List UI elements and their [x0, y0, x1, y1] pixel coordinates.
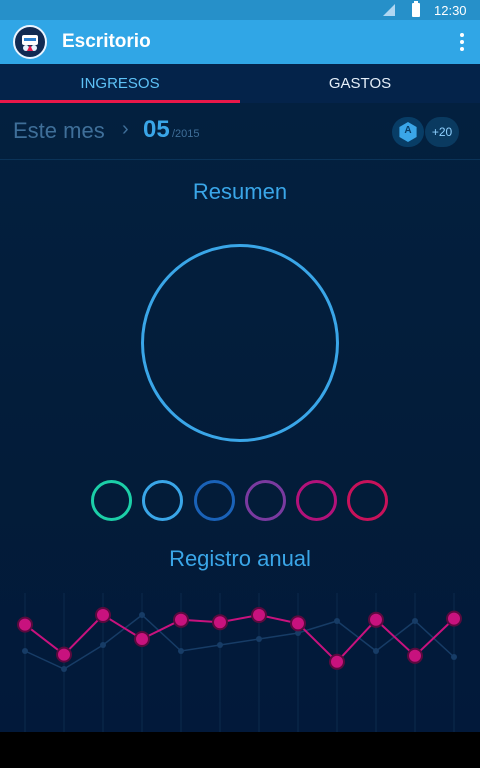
data-point-s1-5 — [173, 611, 189, 628]
category-ring-5[interactable] — [296, 480, 337, 521]
summary-title: Resumen — [192, 179, 288, 204]
data-point-s2-3 — [100, 642, 106, 648]
period-label: Este mes — [13, 118, 105, 143]
data-point-s2-4 — [139, 612, 145, 618]
summary-chart[interactable] — [141, 244, 339, 442]
category-ring-6[interactable] — [347, 480, 388, 521]
data-point-s2-9 — [334, 618, 340, 624]
annual-line-chart[interactable] — [0, 593, 480, 732]
tab-bar: INGRESOS GASTOS — [0, 64, 480, 103]
data-point-s2-12 — [451, 654, 457, 660]
category-ring-1[interactable] — [91, 480, 132, 521]
data-point-s2-1 — [22, 648, 28, 654]
series-line-2 — [24, 614, 455, 670]
data-point-s1-1 — [17, 616, 33, 633]
period-month: 05 — [143, 116, 170, 143]
data-point-s2-7 — [256, 636, 262, 642]
data-point-s1-9 — [329, 653, 345, 670]
data-point-s1-7 — [251, 607, 267, 623]
category-ring-3[interactable] — [194, 480, 235, 521]
data-point-s1-10 — [368, 611, 384, 628]
chevron-right-icon: › — [122, 118, 129, 140]
app-title: Escritorio — [62, 31, 151, 52]
annual-title: Registro anual — [169, 546, 311, 571]
data-point-s2-11 — [412, 618, 418, 624]
category-ring-4[interactable] — [245, 480, 286, 521]
achievement-badge-icon[interactable]: A — [392, 117, 424, 147]
data-point-s1-8 — [290, 615, 306, 632]
tab-ingresos[interactable]: INGRESOS — [0, 64, 240, 103]
data-point-s1-4 — [134, 631, 150, 647]
app-logo-icon[interactable] — [13, 25, 47, 59]
category-rings — [0, 480, 480, 522]
category-ring-2[interactable] — [142, 480, 183, 521]
tab-gastos[interactable]: GASTOS — [240, 64, 480, 103]
dashboard: Este mes › 05 /2015 A +20 Resumen Regist… — [0, 103, 480, 732]
data-point-s1-2 — [56, 646, 72, 663]
data-point-s1-3 — [95, 607, 111, 623]
app-bar: Escritorio — [0, 20, 480, 64]
status-bar: 12:30 — [0, 0, 480, 20]
data-point-s2-10 — [373, 648, 379, 654]
more-badges-button[interactable]: +20 — [425, 117, 459, 147]
period-year: /2015 — [172, 128, 200, 140]
series-line-1 — [24, 613, 455, 664]
signal-icon — [383, 4, 395, 16]
navigation-bar — [0, 732, 480, 768]
data-point-s2-5 — [178, 648, 184, 654]
data-point-s2-6 — [217, 642, 223, 648]
more-vert-icon[interactable] — [452, 26, 472, 58]
status-time: 12:30 — [434, 3, 467, 18]
data-point-s1-11 — [407, 647, 423, 664]
period-selector[interactable]: Este mes › 05 /2015 A +20 — [0, 103, 480, 160]
battery-icon — [412, 1, 420, 17]
data-point-s1-12 — [446, 610, 462, 627]
data-point-s1-6 — [212, 614, 228, 631]
data-point-s2-2 — [61, 666, 67, 672]
